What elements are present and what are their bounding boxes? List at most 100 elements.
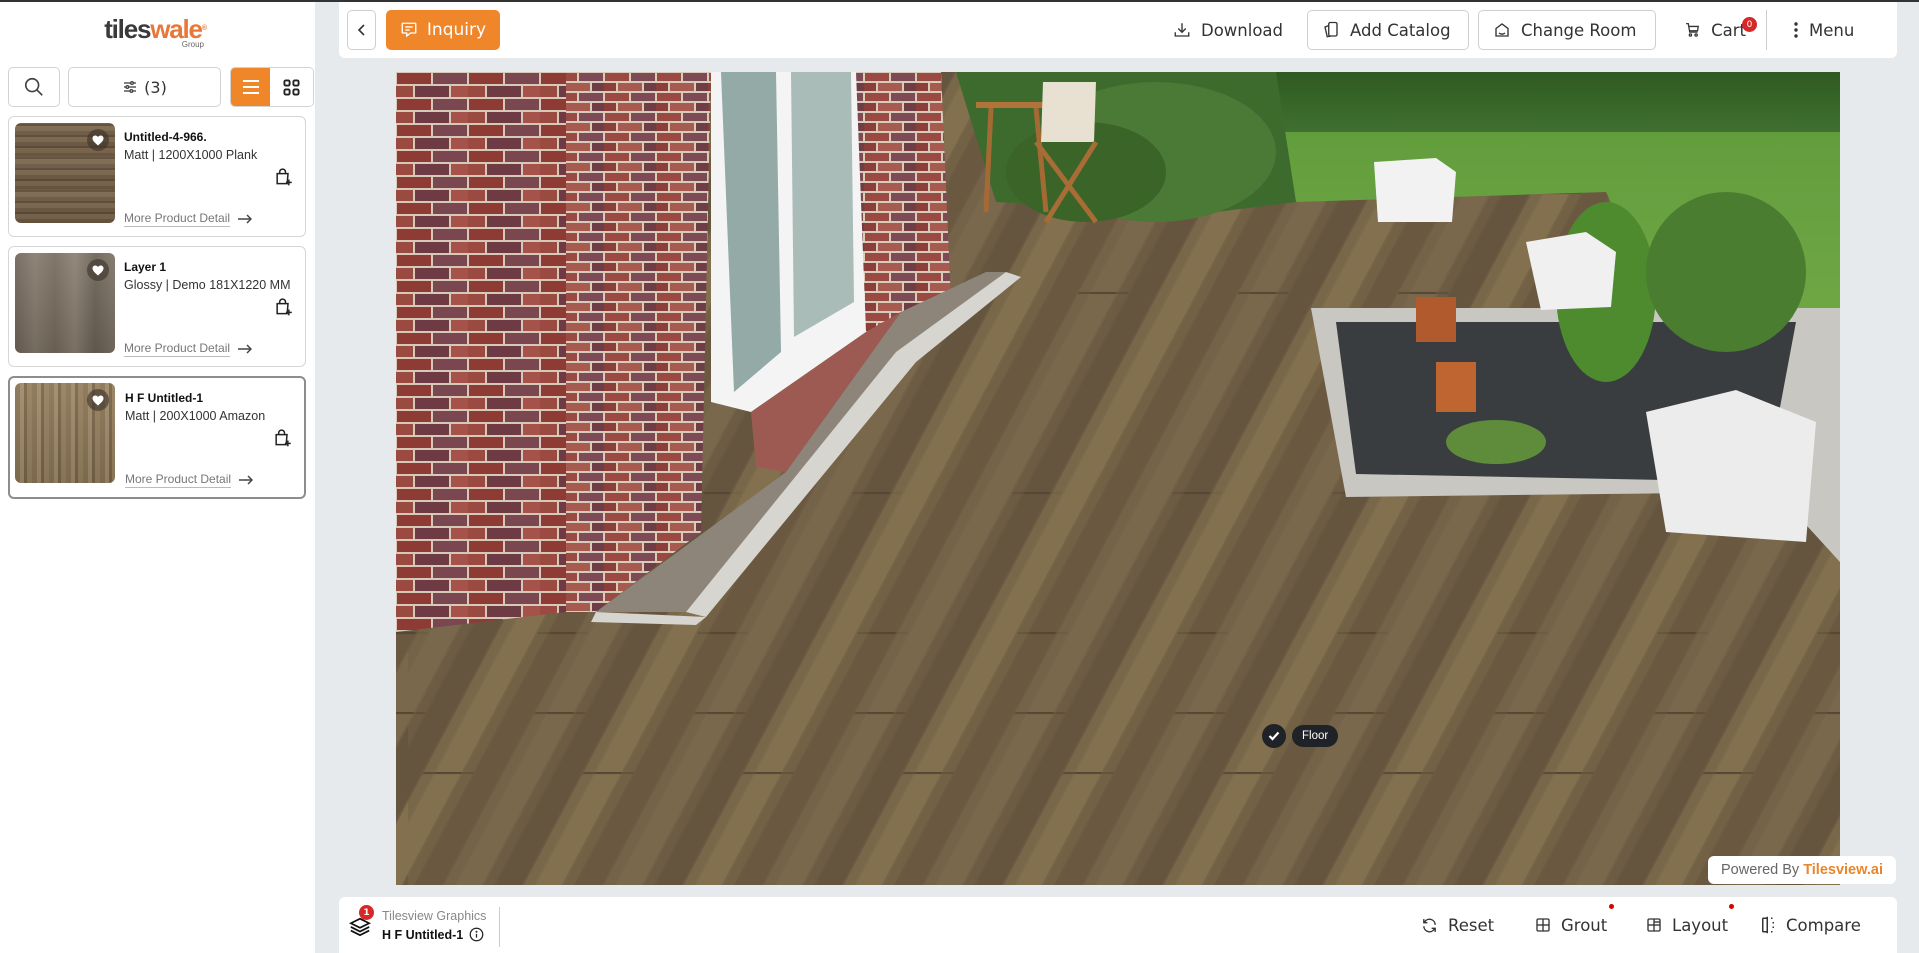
chat-question-icon xyxy=(401,22,417,38)
more-product-detail-text: More Product Detail xyxy=(124,211,231,227)
grout-grid-icon xyxy=(1536,918,1550,932)
room-icon xyxy=(1495,23,1509,37)
add-to-cart-button[interactable] xyxy=(273,167,293,187)
current-tile: H F Untitled-1 xyxy=(382,927,484,942)
product-description: Matt | 200X1000 Amazon xyxy=(125,409,266,423)
powered-by-brand[interactable]: Tilesview.ai xyxy=(1803,862,1883,878)
add-catalog-button[interactable]: Add Catalog xyxy=(1307,10,1469,50)
download-icon xyxy=(1174,23,1190,37)
powered-by-prefix: Powered By xyxy=(1721,862,1800,878)
product-description: Matt | 1200X1000 Plank xyxy=(124,148,258,162)
catalog-icon xyxy=(1324,21,1338,38)
heart-icon xyxy=(92,265,104,275)
info-icon[interactable] xyxy=(469,927,484,942)
layout-icon xyxy=(1647,918,1661,932)
download-button[interactable]: Download xyxy=(1159,10,1297,50)
compare-label: Compare xyxy=(1786,915,1861,935)
surface-label-floor[interactable]: Floor xyxy=(1292,725,1339,747)
current-tile-name: H F Untitled-1 xyxy=(382,927,464,942)
bag-plus-icon xyxy=(275,429,291,447)
inquiry-label: Inquiry xyxy=(426,20,487,40)
kebab-menu-icon xyxy=(1794,22,1798,38)
more-product-detail-link[interactable]: More Product Detail xyxy=(125,472,254,488)
menu-label: Menu xyxy=(1809,20,1855,40)
chevron-left-icon xyxy=(357,24,365,36)
heart-icon xyxy=(92,395,104,405)
add-catalog-label: Add Catalog xyxy=(1350,20,1451,40)
grout-button[interactable]: Grout xyxy=(1535,905,1607,945)
cart-icon xyxy=(1686,22,1700,37)
favorite-button[interactable] xyxy=(87,259,109,281)
favorite-button[interactable] xyxy=(87,389,109,411)
product-name: Untitled-4-966. xyxy=(124,130,207,144)
brick-wall-corner xyxy=(566,72,711,612)
grid-view-button[interactable] xyxy=(270,68,313,106)
compare-split-icon xyxy=(1762,916,1774,934)
product-thumbnail xyxy=(15,383,115,483)
layers-count-badge: 1 xyxy=(359,905,374,920)
product-card[interactable]: Layer 1 Glossy | Demo 181X1220 MM More P… xyxy=(8,246,306,367)
refresh-icon xyxy=(1423,918,1436,932)
change-room-label: Change Room xyxy=(1521,20,1637,40)
favorite-button[interactable] xyxy=(87,129,109,151)
grid-icon xyxy=(283,78,300,96)
top-toolbar: Inquiry Download Add Catalog Change Room… xyxy=(339,2,1897,58)
product-name: Layer 1 xyxy=(124,260,167,274)
search-icon xyxy=(24,77,43,96)
layout-notification-dot xyxy=(1729,904,1734,909)
room-visualizer-canvas[interactable]: Floor xyxy=(396,72,1840,885)
arrow-right-icon xyxy=(239,475,254,485)
product-card-selected[interactable]: H F Untitled-1 Matt | 200X1000 Amazon Mo… xyxy=(8,376,306,499)
list-view-button[interactable] xyxy=(231,68,270,106)
arrow-right-icon xyxy=(238,214,253,224)
product-description: Glossy | Demo 181X1220 MM xyxy=(124,278,291,292)
chair-back xyxy=(1041,82,1096,142)
heart-icon xyxy=(92,135,104,145)
brick-wall-left xyxy=(396,72,566,632)
check-icon xyxy=(1268,731,1280,741)
filter-button[interactable]: (3) xyxy=(68,67,221,107)
add-to-cart-button[interactable] xyxy=(273,297,293,317)
grout-label: Grout xyxy=(1561,915,1608,935)
compare-button[interactable]: Compare xyxy=(1760,905,1861,945)
logo-subtitle: Group xyxy=(181,40,204,49)
grout-notification-dot xyxy=(1609,904,1614,909)
more-product-detail-text: More Product Detail xyxy=(125,472,232,488)
product-name: H F Untitled-1 xyxy=(125,391,203,405)
list-icon xyxy=(242,80,259,94)
more-product-detail-text: More Product Detail xyxy=(124,341,231,357)
search-button[interactable] xyxy=(8,67,60,107)
sidebar: tileswale® Group (3) Untitled-4-966. Mat… xyxy=(0,0,315,953)
inquiry-button[interactable]: Inquiry xyxy=(386,10,500,50)
bottombar-divider xyxy=(499,907,500,947)
powered-by-badge: Powered By Tilesview.ai xyxy=(1708,856,1896,884)
more-product-detail-link[interactable]: More Product Detail xyxy=(124,211,253,227)
download-label: Download xyxy=(1201,20,1284,40)
bag-plus-icon xyxy=(276,168,292,186)
product-thumbnail xyxy=(15,253,115,353)
surface-checked-indicator[interactable] xyxy=(1262,724,1286,748)
bag-plus-icon xyxy=(276,298,292,316)
planter-far xyxy=(1374,158,1456,222)
reset-button[interactable]: Reset xyxy=(1421,905,1494,945)
brand-logo: tileswale® Group xyxy=(100,16,210,52)
back-button[interactable] xyxy=(347,10,376,50)
cart-button[interactable]: Cart 0 xyxy=(1670,10,1760,50)
hedge xyxy=(1226,72,1840,132)
tile-brand: Tilesview Graphics xyxy=(382,909,487,923)
sliders-icon xyxy=(124,81,137,93)
logo-primary-text: tiles xyxy=(104,14,151,44)
layout-button[interactable]: Layout xyxy=(1646,905,1728,945)
more-product-detail-link[interactable]: More Product Detail xyxy=(124,341,253,357)
window-top-border xyxy=(0,0,1919,2)
add-to-cart-button[interactable] xyxy=(272,428,292,448)
planter-back xyxy=(1526,232,1616,310)
planter-front xyxy=(1646,390,1816,542)
product-card[interactable]: Untitled-4-966. Matt | 1200X1000 Plank M… xyxy=(8,116,306,237)
scene-illustration xyxy=(396,72,1840,885)
surface-selector[interactable]: Floor xyxy=(1262,724,1339,748)
layout-label: Layout xyxy=(1672,915,1729,935)
menu-button[interactable]: Menu xyxy=(1779,10,1868,50)
change-room-button[interactable]: Change Room xyxy=(1478,10,1656,50)
toolbar-divider xyxy=(1766,10,1767,50)
